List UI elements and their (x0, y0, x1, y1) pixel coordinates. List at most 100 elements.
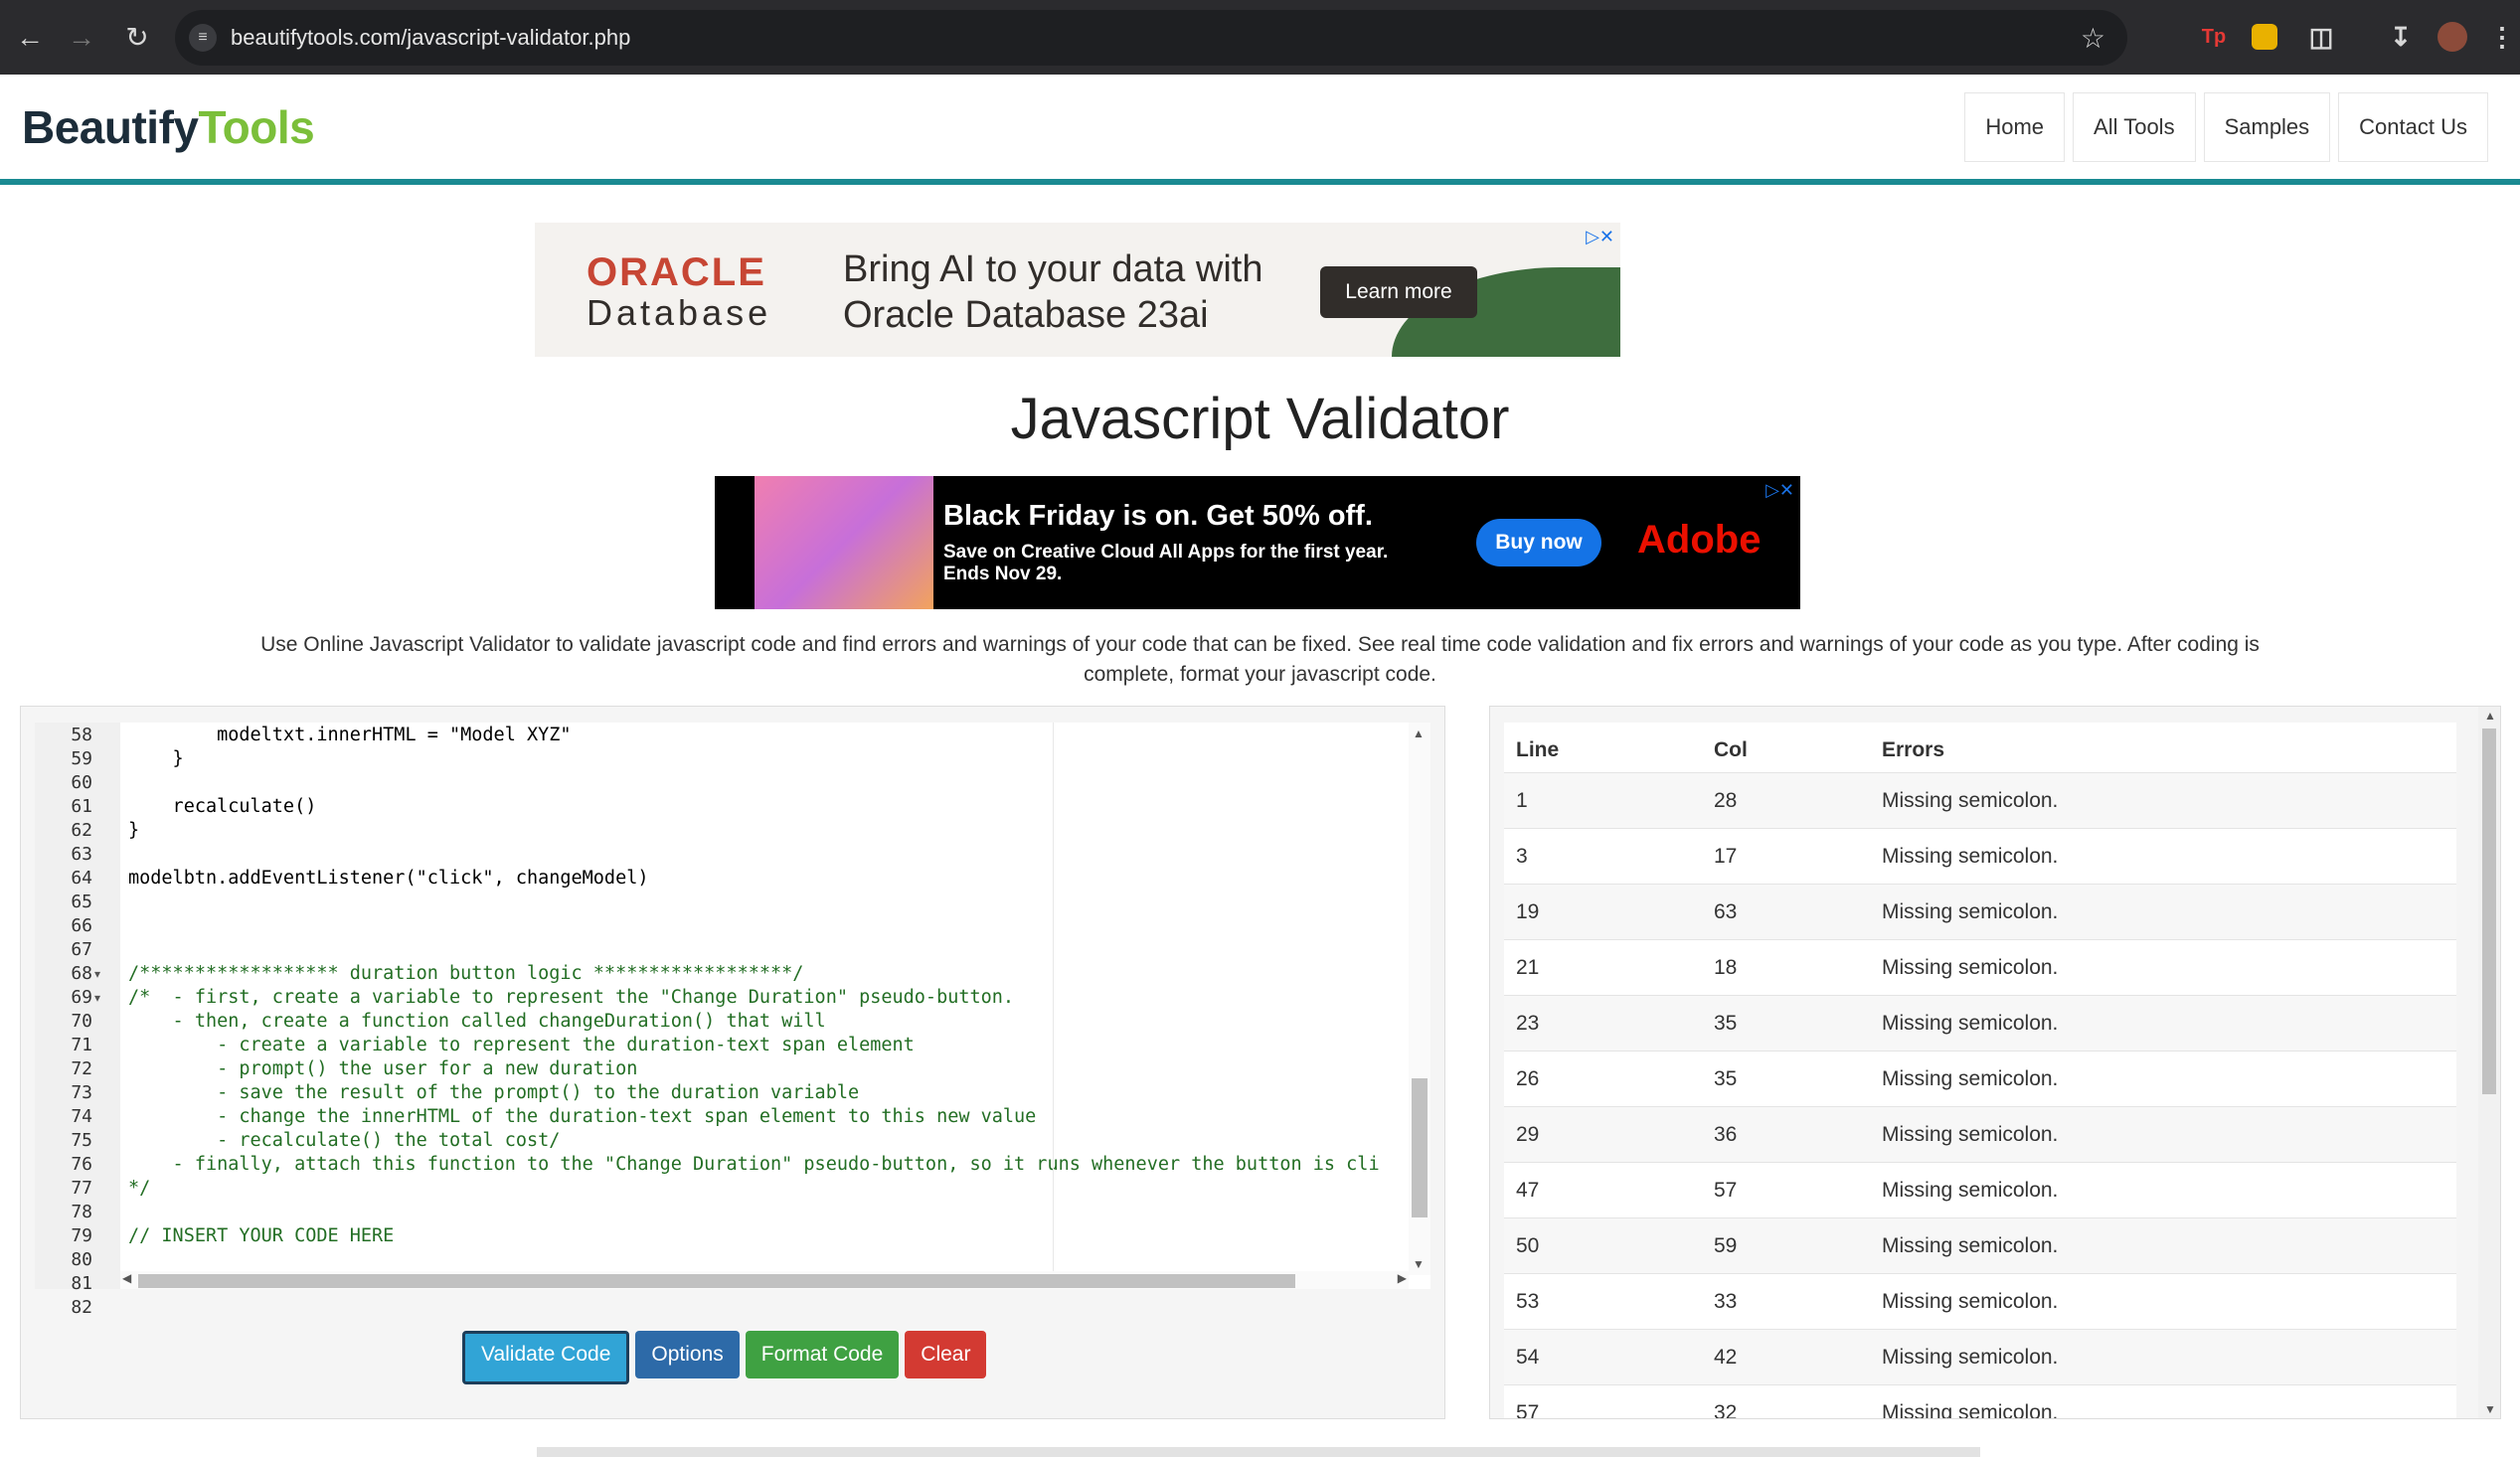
code-line[interactable]: } (128, 820, 139, 841)
error-row[interactable]: 50 59 Missing semicolon. (1504, 1218, 2456, 1274)
scroll-down-icon[interactable]: ▼ (2484, 1402, 2496, 1416)
error-row[interactable]: 47 57 Missing semicolon. (1504, 1163, 2456, 1218)
error-row[interactable]: 1 28 Missing semicolon. (1504, 773, 2456, 829)
scrollbar-thumb[interactable] (2482, 728, 2496, 1094)
code-line[interactable]: - prompt() the user for a new duration (128, 1058, 637, 1079)
code-editor[interactable]: 58 59 60 61 62 63 64 65 66 67 68 ▾ 69 ▾ 70 71 72 73 74 75 76… (35, 723, 1430, 1318)
ad-headline: Black Friday is on. Get 50% off. (943, 500, 1373, 532)
address-bar[interactable]: ≡ beautifytools.com/javascript-validator… (175, 10, 2127, 66)
reload-icon[interactable]: ↻ (117, 18, 157, 58)
code-line[interactable]: /****************** duration button logi… (128, 963, 803, 984)
scroll-up-icon[interactable]: ▲ (1413, 727, 1425, 740)
site-settings-icon[interactable]: ≡ (189, 24, 217, 52)
ad-buy-now-button[interactable]: Buy now (1476, 519, 1601, 567)
nav-samples[interactable]: Samples (2203, 92, 2331, 162)
line-number: 67 (71, 939, 92, 960)
fold-arrow-icon[interactable]: ▾ (94, 991, 100, 1005)
editor-actions: Validate Code Options Format Code Clear (462, 1331, 992, 1384)
clear-button[interactable]: Clear (905, 1331, 987, 1378)
code-line[interactable]: modeltxt.innerHTML = "Model XYZ" (128, 725, 571, 745)
error-col: 17 (1714, 845, 1738, 868)
error-message: Missing semicolon. (1882, 1012, 2059, 1035)
line-number: 72 (71, 1058, 92, 1079)
column-header-col: Col (1714, 738, 1748, 761)
oracle-ad-banner[interactable]: ORACLE Database Bring AI to your data wi… (535, 223, 1620, 357)
line-number: 61 (71, 796, 92, 817)
nav-home[interactable]: Home (1964, 92, 2066, 162)
code-line[interactable]: modelbtn.addEventListener("click", chang… (128, 868, 648, 889)
code-line[interactable]: - create a variable to represent the dur… (128, 1035, 915, 1055)
scrollbar-thumb[interactable] (1412, 1078, 1428, 1217)
error-line: 47 (1516, 1179, 1540, 1202)
bottom-ad-banner[interactable] (537, 1447, 1980, 1457)
extension-yellow-icon[interactable] (2252, 24, 2277, 50)
code-line[interactable]: // INSERT YOUR CODE HERE (128, 1225, 394, 1246)
menu-kebab-icon[interactable]: ⋮ (2485, 20, 2519, 54)
error-message: Missing semicolon. (1882, 1290, 2059, 1313)
error-row[interactable]: 53 33 Missing semicolon. (1504, 1274, 2456, 1330)
scroll-down-icon[interactable]: ▼ (1413, 1257, 1425, 1271)
back-arrow-icon[interactable]: ← (10, 18, 50, 58)
error-row[interactable]: 26 35 Missing semicolon. (1504, 1052, 2456, 1107)
format-code-button[interactable]: Format Code (745, 1331, 900, 1378)
nav-all-tools[interactable]: All Tools (2073, 92, 2196, 162)
code-line[interactable]: - finally, attach this function to the "… (128, 1154, 1380, 1175)
error-row[interactable]: 57 32 Missing semicolon. (1504, 1385, 2456, 1419)
extension-tp-icon[interactable]: Tp (2197, 20, 2231, 54)
code-line[interactable]: - save the result of the prompt() to the… (128, 1082, 859, 1103)
bookmark-star-icon[interactable]: ☆ (2081, 22, 2105, 55)
site-logo[interactable]: BeautifyTools (22, 100, 315, 154)
page-title: Javascript Validator (1010, 387, 1510, 451)
ad-learn-more-button[interactable]: Learn more (1320, 266, 1477, 318)
error-col: 18 (1714, 956, 1738, 979)
error-message: Missing semicolon. (1882, 845, 2059, 868)
error-message: Missing semicolon. (1882, 956, 2059, 979)
code-line[interactable]: */ (128, 1178, 150, 1199)
code-line[interactable]: - change the innerHTML of the duration-t… (128, 1106, 1036, 1127)
error-col: 59 (1714, 1234, 1738, 1257)
editor-horizontal-scrollbar[interactable]: ◀ ▶ (120, 1271, 1409, 1289)
ad-brand-database: Database (587, 292, 772, 333)
error-line: 57 (1516, 1401, 1540, 1419)
error-message: Missing semicolon. (1882, 900, 2059, 923)
adobe-ad-banner[interactable]: Black Friday is on. Get 50% off. Save on… (715, 476, 1800, 609)
download-icon[interactable]: ↧ (2384, 20, 2418, 54)
code-line[interactable]: /* - first, create a variable to represe… (128, 987, 1014, 1008)
scroll-left-icon[interactable]: ◀ (122, 1271, 131, 1285)
error-line: 50 (1516, 1234, 1540, 1257)
error-row[interactable]: 21 18 Missing semicolon. (1504, 940, 2456, 996)
scroll-right-icon[interactable]: ▶ (1398, 1271, 1407, 1285)
code-area[interactable]: modeltxt.innerHTML = "Model XYZ" } recal… (128, 723, 1409, 1275)
ad-close-icon[interactable]: ▷✕ (1586, 227, 1614, 247)
forward-arrow-icon[interactable]: → (62, 18, 101, 58)
error-row[interactable]: 19 63 Missing semicolon. (1504, 885, 2456, 940)
code-line[interactable]: } (128, 748, 184, 769)
options-button[interactable]: Options (635, 1331, 740, 1378)
editor-vertical-scrollbar[interactable]: ▲ ▼ (1409, 723, 1430, 1275)
fold-arrow-icon[interactable]: ▾ (94, 967, 100, 981)
validate-code-button[interactable]: Validate Code (462, 1331, 630, 1384)
error-row[interactable]: 54 42 Missing semicolon. (1504, 1330, 2456, 1385)
print-margin (1053, 723, 1054, 1275)
ad-brand-adobe: Adobe (1637, 518, 1762, 562)
error-row[interactable]: 23 35 Missing semicolon. (1504, 996, 2456, 1052)
error-row[interactable]: 3 17 Missing semicolon. (1504, 829, 2456, 885)
url-text[interactable]: beautifytools.com/javascript-validator.p… (231, 25, 630, 51)
line-number: 81 (71, 1273, 92, 1294)
line-number: 59 (71, 748, 92, 769)
scroll-up-icon[interactable]: ▲ (2484, 709, 2496, 723)
error-line: 19 (1516, 900, 1540, 923)
error-col: 32 (1714, 1401, 1738, 1419)
line-number: 68 (71, 963, 92, 984)
code-line[interactable]: - recalculate() the total cost/ (128, 1130, 560, 1151)
code-line[interactable]: - then, create a function called changeD… (128, 1011, 826, 1032)
error-row[interactable]: 29 36 Missing semicolon. (1504, 1107, 2456, 1163)
code-line[interactable]: recalculate() (128, 796, 317, 817)
errors-vertical-scrollbar[interactable]: ▲ ▼ (2478, 707, 2500, 1418)
ad-close-icon[interactable]: ▷✕ (1765, 480, 1794, 501)
scrollbar-thumb[interactable] (138, 1274, 1295, 1288)
error-line: 21 (1516, 956, 1540, 979)
profile-avatar[interactable] (2437, 22, 2467, 52)
extensions-puzzle-icon[interactable]: ◫ (2304, 20, 2338, 54)
nav-contact-us[interactable]: Contact Us (2338, 92, 2488, 162)
